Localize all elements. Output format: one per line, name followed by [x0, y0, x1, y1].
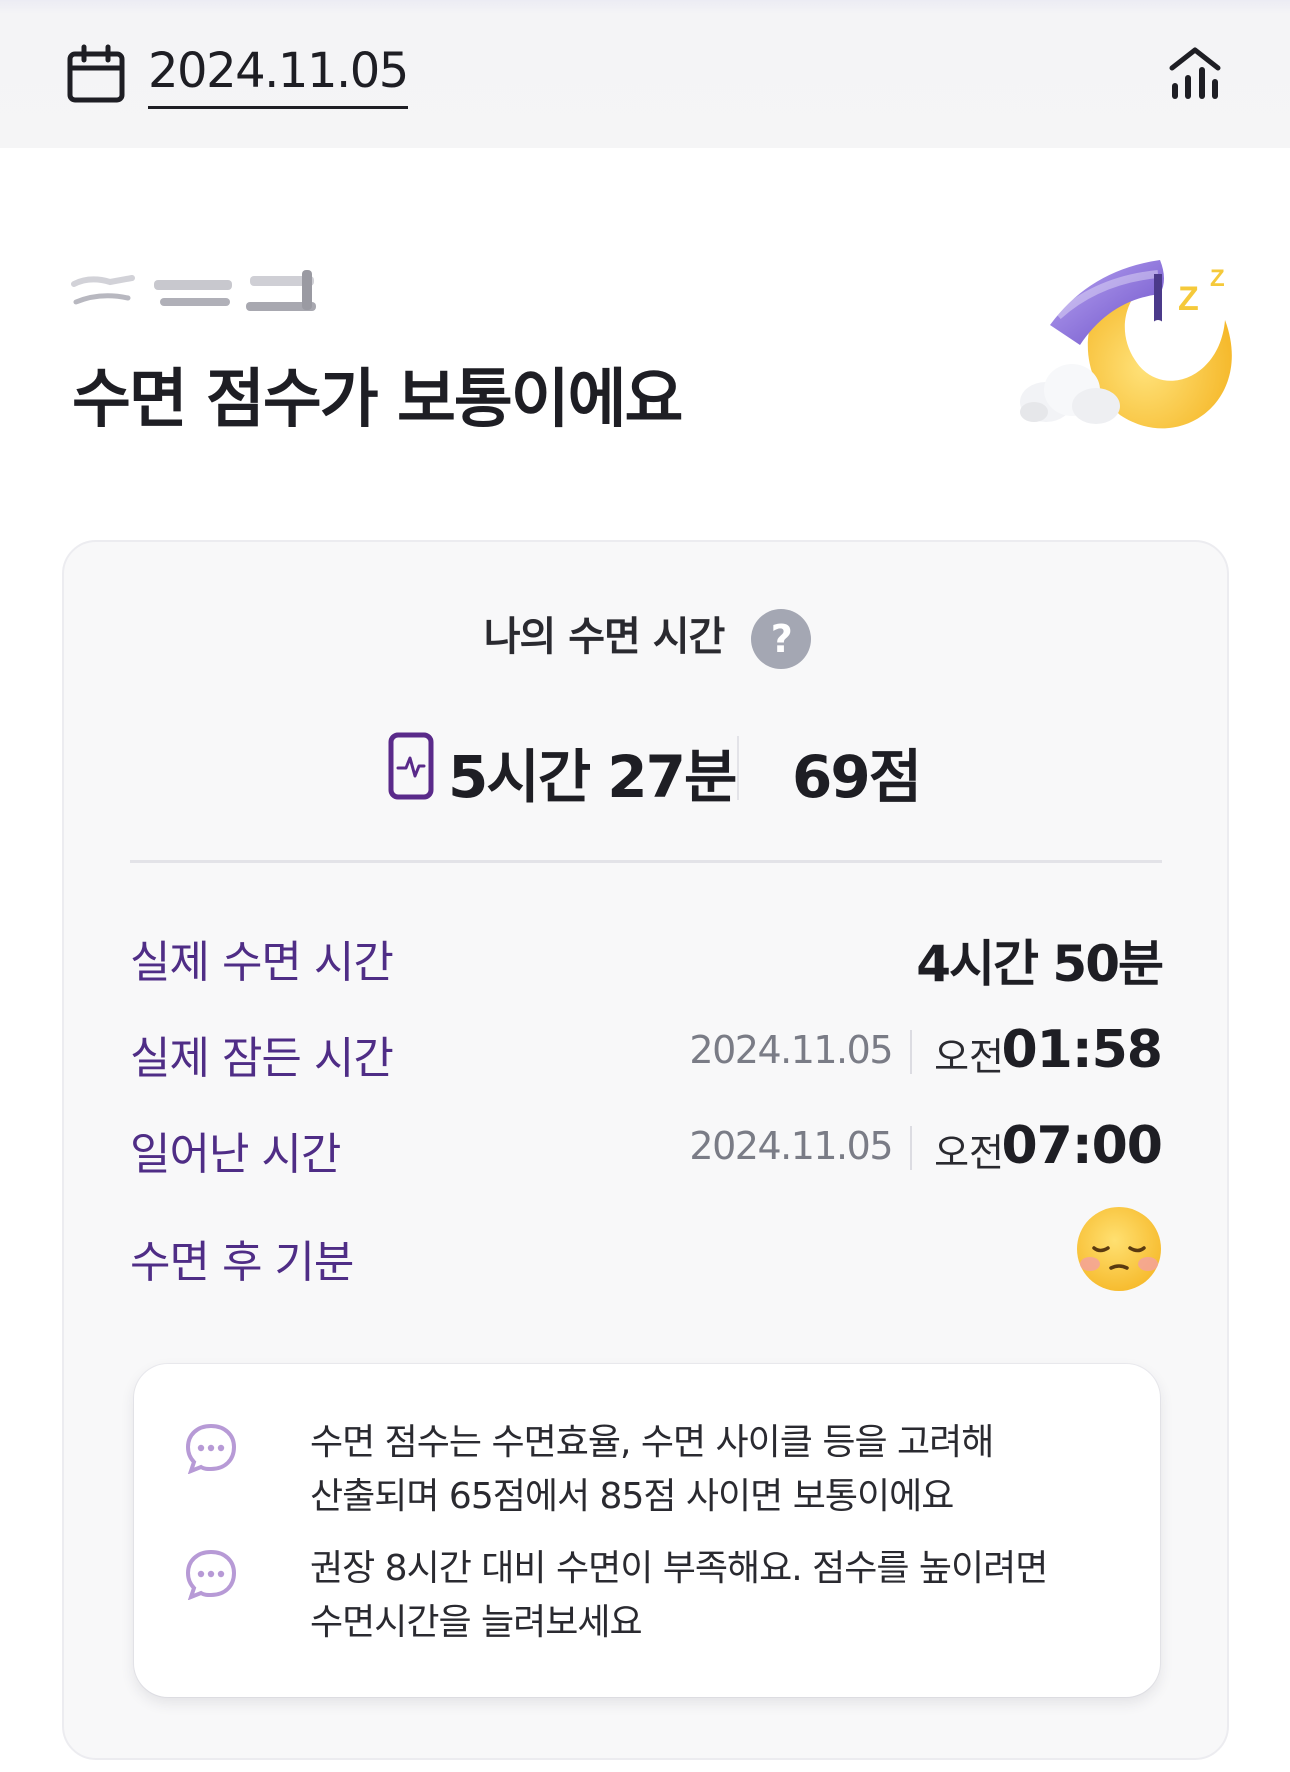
row-fell-asleep: 실제 잠든 시간 2024.11.05 오전 01:58 — [130, 1014, 1163, 1084]
total-sleep-time: 5시간 27분 — [448, 743, 737, 811]
tip-text: 수면 점수는 수면효율, 수면 사이클 등을 고려해 산출되며 65점에서 85… — [310, 1416, 1130, 1524]
row-time: 01:58 — [1001, 1020, 1163, 1080]
tip-line: 수면 점수는 수면효율, 수면 사이클 등을 고려해 — [310, 1422, 994, 1463]
row-date: 2024.11.05 — [689, 1124, 893, 1168]
row-separator — [910, 1126, 912, 1170]
svg-text:Z: Z — [1210, 265, 1225, 292]
divider — [130, 860, 1162, 863]
row-time: 07:00 — [1001, 1116, 1163, 1176]
tip-text: 권장 8시간 대비 수면이 부족해요. 점수를 높이려면 수면시간을 늘려보세요 — [310, 1542, 1130, 1650]
row-label: 일어난 시간 — [130, 1129, 341, 1180]
row-value: 4시간 50분 — [916, 935, 1164, 993]
row-date: 2024.11.05 — [689, 1028, 893, 1072]
page-title: 수면 점수가 보통이에요 — [72, 363, 683, 437]
row-woke-up: 일어난 시간 2024.11.05 오전 07:00 — [130, 1110, 1163, 1180]
row-separator — [910, 1030, 912, 1074]
phone-heartbeat-icon — [388, 732, 434, 800]
calendar-icon[interactable] — [66, 44, 126, 104]
svg-text:Z: Z — [1178, 280, 1199, 318]
row-label: 실제 잠든 시간 — [130, 1033, 394, 1084]
tips-box: 수면 점수는 수면효율, 수면 사이클 등을 고려해 산출되며 65점에서 85… — [134, 1364, 1160, 1697]
tip-line: 산출되며 65점에서 85점 사이면 보통이에요 — [310, 1476, 954, 1517]
tip-line: 수면시간을 늘려보세요 — [310, 1602, 643, 1643]
row-mood: 수면 후 기분 — [130, 1207, 1162, 1291]
row-ampm: 오전 — [934, 1131, 1004, 1175]
help-icon[interactable]: ? — [751, 609, 812, 669]
sleeping-moon-icon: Z Z — [1020, 260, 1232, 429]
row-label: 실제 수면 시간 — [130, 937, 394, 988]
card-title: 나의 수면 시간 — [483, 614, 726, 660]
sleepy-face-icon[interactable] — [1076, 1206, 1162, 1292]
redacted-user-name — [71, 270, 316, 311]
top-bar: 2024.11.05 — [0, 0, 1290, 148]
row-ampm: 오전 — [934, 1035, 1004, 1079]
row-actual-sleep: 실제 수면 시간 4시간 50분 — [130, 918, 1164, 993]
chat-bubble-icon — [185, 1549, 237, 1600]
summary-row: 5시간 27분 69점 — [64, 722, 1231, 812]
summary-divider — [737, 736, 739, 800]
sleep-summary-card: 나의 수면 시간 ? 5시간 27분 69점 실제 수면 시간 4시간 50분 … — [62, 540, 1229, 1760]
chat-bubble-icon — [185, 1423, 237, 1474]
sleep-score: 69점 — [792, 743, 922, 811]
tip-line: 권장 8시간 대비 수면이 부족해요. 점수를 높이려면 — [310, 1548, 1048, 1589]
row-label: 수면 후 기분 — [130, 1237, 354, 1288]
card-title-row: 나의 수면 시간 ? — [64, 604, 1231, 669]
bar-chart-icon[interactable] — [1166, 42, 1224, 102]
date-selector[interactable]: 2024.11.05 — [148, 45, 409, 109]
